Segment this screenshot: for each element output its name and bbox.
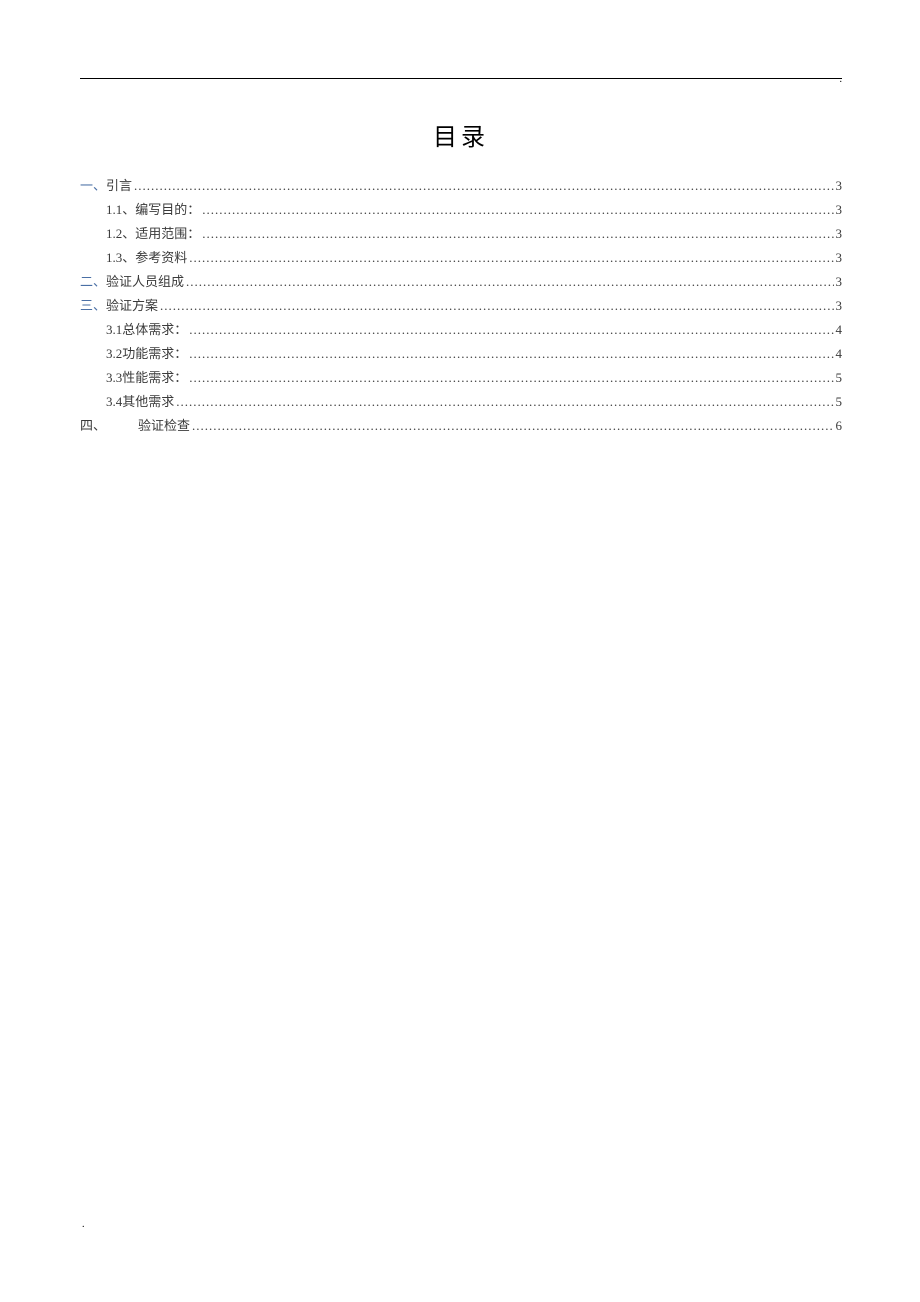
toc-entry-label: 编写目的： (135, 198, 200, 222)
toc-entry-prefix: 四、 (80, 414, 106, 438)
toc-entry: 3.1 总体需求： 4 (80, 318, 842, 342)
toc-entry-label: 适用范围： (135, 222, 200, 246)
toc-entry-prefix: 1.2、 (106, 222, 135, 246)
toc-entry-page: 3 (836, 270, 843, 294)
toc-entry-page: 3 (836, 294, 843, 318)
toc-entry-label: 性能需求： (122, 366, 187, 390)
toc-entry-prefix: 1.1、 (106, 198, 135, 222)
toc-dot-leader (189, 318, 833, 342)
toc-dot-leader (202, 198, 833, 222)
toc-entry-label: 其他需求 (122, 390, 174, 414)
toc-entry-label: 总体需求： (122, 318, 187, 342)
toc-entry: 1.3、参考资料 3 (80, 246, 842, 270)
page-container: . 目录 一、引言31.1、编写目的：31.2、适用范围：31.3、参考资料3二… (0, 0, 920, 516)
toc-dot-leader (202, 222, 833, 246)
toc-entry-page: 6 (836, 414, 843, 438)
toc-entry-prefix: 二、 (80, 270, 106, 294)
toc-entry: 四、 验证检查 6 (80, 414, 842, 438)
toc-dot-leader (176, 390, 833, 414)
toc-title: 目录 (80, 117, 842, 152)
toc-list: 一、引言31.1、编写目的：31.2、适用范围：31.3、参考资料3二、验证人员… (80, 174, 842, 438)
toc-entry-page: 3 (836, 246, 843, 270)
toc-entry-page: 3 (836, 174, 843, 198)
toc-dot-leader (160, 294, 833, 318)
toc-entry-page: 4 (836, 318, 843, 342)
header-horizontal-rule (80, 78, 842, 79)
toc-entry: 1.1、编写目的： 3 (80, 198, 842, 222)
toc-entry-prefix: 一、 (80, 174, 106, 198)
header-decorative-dot: . (840, 74, 843, 85)
toc-entry-prefix: 1.3、 (106, 246, 135, 270)
toc-dot-leader (189, 246, 833, 270)
toc-entry-page: 5 (836, 390, 843, 414)
toc-entry[interactable]: 三、验证方案 3 (80, 294, 842, 318)
toc-entry-label: 验证检查 (138, 414, 190, 438)
toc-dot-leader (186, 270, 833, 294)
toc-entry-prefix: 3.4 (106, 390, 122, 414)
toc-entry: 3.2 功能需求： 4 (80, 342, 842, 366)
toc-entry-page: 3 (836, 198, 843, 222)
toc-entry-label: 验证人员组成 (106, 270, 184, 294)
toc-entry: 3.4 其他需求 5 (80, 390, 842, 414)
toc-entry-label: 功能需求： (122, 342, 187, 366)
toc-entry-page: 3 (836, 222, 843, 246)
toc-entry-prefix: 3.3 (106, 366, 122, 390)
toc-dot-leader (189, 342, 833, 366)
toc-entry: 3.3 性能需求： 5 (80, 366, 842, 390)
toc-entry-label: 验证方案 (106, 294, 158, 318)
toc-dot-leader (189, 366, 833, 390)
toc-entry-prefix: 三、 (80, 294, 106, 318)
toc-entry-label: 参考资料 (135, 246, 187, 270)
toc-entry-page: 5 (836, 366, 843, 390)
footer-decorative-dot: . (82, 1219, 85, 1230)
toc-entry-prefix: 3.1 (106, 318, 122, 342)
toc-entry-page: 4 (836, 342, 843, 366)
toc-dot-leader (134, 174, 833, 198)
toc-entry-label: 引言 (106, 174, 132, 198)
toc-entry-prefix: 3.2 (106, 342, 122, 366)
toc-entry: 1.2、适用范围： 3 (80, 222, 842, 246)
toc-entry[interactable]: 二、验证人员组成 3 (80, 270, 842, 294)
toc-dot-leader (192, 414, 833, 438)
toc-entry[interactable]: 一、引言 3 (80, 174, 842, 198)
